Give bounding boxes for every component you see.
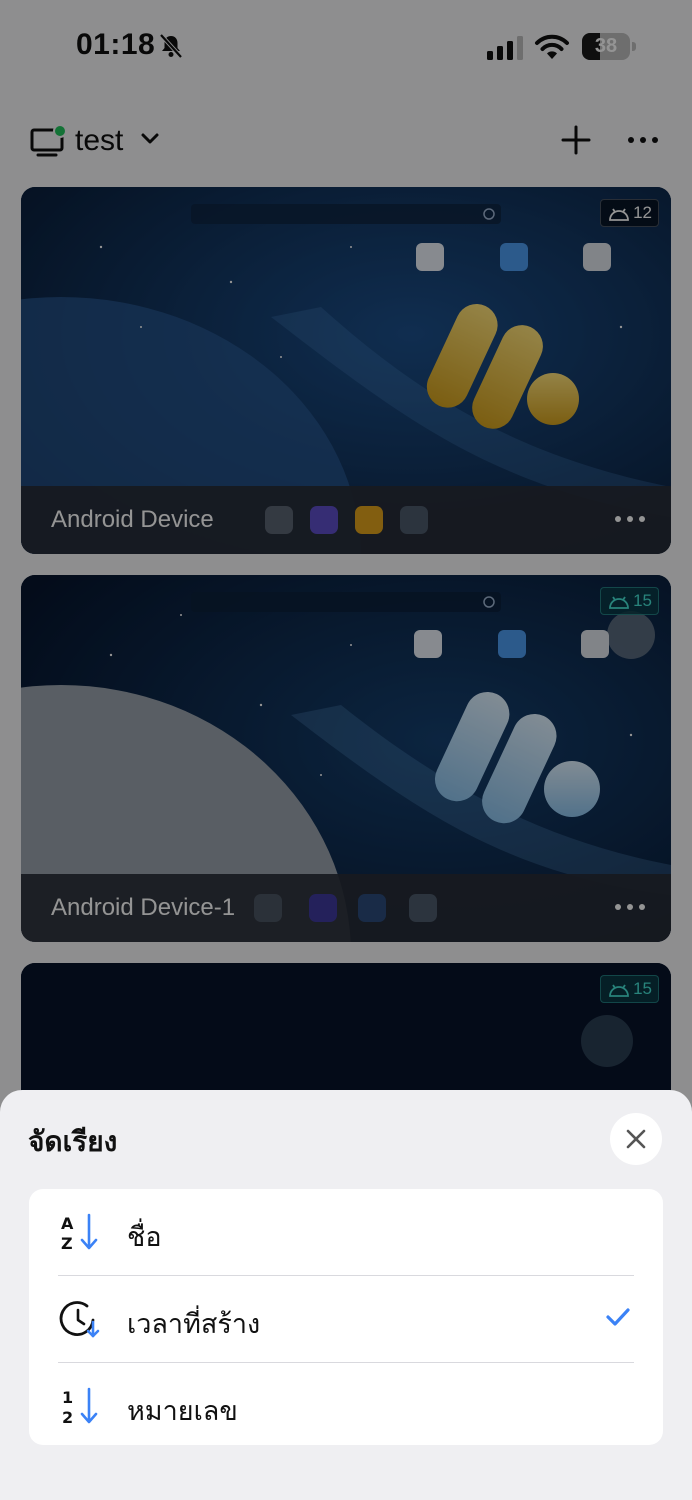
- sort-time-icon: [59, 1301, 100, 1338]
- sort-option-number[interactable]: 1 2 หมายเลข: [29, 1363, 663, 1449]
- sort-number-icon: 1 2: [62, 1387, 98, 1427]
- close-icon: [626, 1129, 646, 1149]
- sort-option-label: ชื่อ: [127, 1222, 162, 1253]
- svg-text:A: A: [61, 1214, 74, 1233]
- sort-option-label: หมายเลข: [127, 1396, 238, 1427]
- sheet-title: จัดเรียง: [28, 1125, 118, 1158]
- close-button[interactable]: [610, 1113, 662, 1165]
- sort-options-list: A Z ชื่อ เวลาที่สร้าง 1 2 หมายเลข: [29, 1189, 663, 1445]
- svg-text:1: 1: [62, 1388, 73, 1407]
- device-list-screen: 01:18 38 test 12 Android Device 15 Andro…: [0, 0, 692, 1500]
- sort-option-created-time[interactable]: เวลาที่สร้าง: [29, 1276, 663, 1362]
- svg-text:2: 2: [62, 1408, 73, 1427]
- sort-alpha-icon: A Z: [61, 1213, 98, 1253]
- sort-option-name[interactable]: A Z ชื่อ: [29, 1189, 663, 1275]
- checkmark-icon: [606, 1308, 630, 1326]
- sort-option-label: เวลาที่สร้าง: [127, 1309, 261, 1340]
- svg-text:Z: Z: [61, 1234, 73, 1253]
- sort-bottom-sheet: จัดเรียง A Z ชื่อ เวลาที่สร้าง 1 2 หมายเ…: [0, 1090, 692, 1500]
